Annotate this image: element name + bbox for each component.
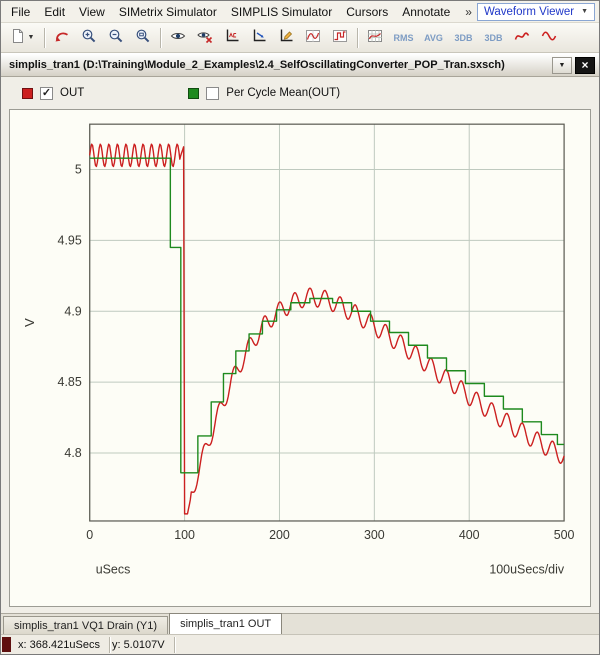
new-step-graph-button[interactable]	[327, 26, 353, 50]
eye-crossed-icon	[197, 28, 213, 47]
toolbar-separator	[44, 28, 45, 48]
axis-label-button[interactable]	[219, 26, 245, 50]
svg-text:4.9: 4.9	[64, 304, 81, 318]
curve-visibility-checkbox[interactable]	[40, 87, 53, 100]
3db-measure-button-2[interactable]: 3DB	[479, 26, 508, 50]
add-curve-button[interactable]	[362, 26, 388, 50]
menu-simetrix-simulator[interactable]: SIMetrix Simulator	[112, 3, 224, 21]
legend-label: OUT	[60, 87, 84, 99]
menu-bar: File Edit View SIMetrix Simulator SIMPLI…	[1, 1, 599, 23]
waveform-plot[interactable]: 0 100 200 300 400 500 5 4.95 4.9 4.85 4.8 VuSecs 100…	[10, 110, 590, 606]
svg-text:100uSecs/div: 100uSecs/div	[489, 563, 564, 577]
window-menu-button[interactable]: ▼	[552, 57, 572, 74]
menu-simplis-simulator[interactable]: SIMPLIS Simulator	[224, 3, 339, 21]
svg-text:5: 5	[75, 162, 82, 176]
toolbar-separator	[357, 28, 358, 48]
plot-window-title: simplis_tran1 (D:\Training\Module_2_Exam…	[9, 59, 549, 71]
viewer-mode-combobox[interactable]: Waveform Viewer ▼	[477, 3, 595, 21]
red-step-graph-icon	[332, 28, 348, 47]
menu-cursors[interactable]: Cursors	[339, 3, 395, 21]
svg-text:100: 100	[174, 528, 195, 542]
menu-overflow-chevron[interactable]: »	[460, 3, 477, 21]
svg-text:200: 200	[269, 528, 290, 542]
axis-abc-icon	[224, 28, 240, 47]
hide-curve-button[interactable]	[192, 26, 218, 50]
status-bar: x: 368.421uSecs y: 5.0107V	[1, 634, 599, 654]
axis-pencil-icon	[278, 28, 294, 47]
3db-measure-button-1[interactable]: 3DB	[449, 26, 478, 50]
svg-text:4.95: 4.95	[58, 233, 82, 247]
svg-text:400: 400	[459, 528, 480, 542]
tab-out[interactable]: simplis_tran1 OUT	[169, 613, 282, 634]
add-axis-button[interactable]	[246, 26, 272, 50]
legend-item-out: OUT	[22, 87, 84, 100]
chevron-down-icon: ▼	[28, 34, 35, 41]
rms-measure-button[interactable]: RMS	[389, 26, 418, 50]
show-curve-button[interactable]	[165, 26, 191, 50]
toolbar: ▼ RMS AVG 3DB 3DB	[1, 23, 599, 53]
svg-text:500: 500	[554, 528, 575, 542]
curve-legend: OUT Per Cycle Mean(OUT)	[1, 77, 599, 109]
svg-text:4.8: 4.8	[64, 446, 81, 460]
red-wave-icon	[541, 28, 557, 47]
menu-file[interactable]: File	[4, 3, 37, 21]
curve-tool-button-2[interactable]	[536, 26, 562, 50]
new-graph-button[interactable]: ▼	[4, 26, 40, 50]
curve-color-swatch[interactable]	[188, 88, 199, 99]
curve-visibility-checkbox[interactable]	[206, 87, 219, 100]
axis-arrow-icon	[251, 28, 267, 47]
plot-area-wrapper: 0 100 200 300 400 500 5 4.95 4.9 4.85 4.8 VuSecs 100…	[1, 109, 599, 613]
undo-arrow-icon	[54, 28, 70, 47]
chevron-down-icon: ▼	[581, 8, 588, 15]
status-corner-box	[2, 637, 11, 652]
app-window: File Edit View SIMetrix Simulator SIMPLI…	[0, 0, 600, 655]
grid-curve-icon	[367, 28, 383, 47]
red-curve-graph-icon	[305, 28, 321, 47]
toolbar-separator	[160, 28, 161, 48]
new-grid-button[interactable]	[300, 26, 326, 50]
graph-tab-bar: simplis_tran1 VQ1 Drain (Y1) simplis_tra…	[1, 613, 599, 634]
curve-tool-button-1[interactable]	[509, 26, 535, 50]
legend-label: Per Cycle Mean(OUT)	[226, 87, 340, 99]
eye-icon	[170, 28, 186, 47]
curve-color-swatch[interactable]	[22, 88, 33, 99]
zoom-out-button[interactable]	[103, 26, 129, 50]
cursor-y-readout: y: 5.0107V	[110, 637, 175, 653]
new-document-icon	[10, 28, 26, 47]
zoom-in-icon	[81, 28, 97, 47]
undo-zoom-button[interactable]	[49, 26, 75, 50]
close-button[interactable]: ×	[575, 57, 595, 74]
legend-item-per-cycle-mean: Per Cycle Mean(OUT)	[188, 87, 340, 100]
plot-panel: 0 100 200 300 400 500 5 4.95 4.9 4.85 4.8 VuSecs 100…	[9, 109, 591, 607]
close-icon: ×	[581, 59, 588, 71]
svg-text:uSecs: uSecs	[96, 563, 131, 577]
svg-text:300: 300	[364, 528, 385, 542]
triangle-down-icon: ▼	[559, 62, 566, 69]
menu-edit[interactable]: Edit	[37, 3, 72, 21]
svg-text:0: 0	[86, 528, 93, 542]
zoom-out-icon	[108, 28, 124, 47]
tab-vq1-drain[interactable]: simplis_tran1 VQ1 Drain (Y1)	[3, 616, 168, 634]
menu-annotate[interactable]: Annotate	[395, 3, 457, 21]
avg-measure-button[interactable]: AVG	[419, 26, 448, 50]
menu-view[interactable]: View	[72, 3, 112, 21]
cursor-x-readout: x: 368.421uSecs	[16, 637, 110, 653]
svg-text:V: V	[22, 318, 37, 327]
zoom-in-button[interactable]	[76, 26, 102, 50]
svg-text:4.85: 4.85	[58, 375, 82, 389]
plot-window-titlebar: simplis_tran1 (D:\Training\Module_2_Exam…	[1, 53, 599, 77]
viewer-combo-label: Waveform Viewer	[484, 6, 574, 18]
edit-axis-button[interactable]	[273, 26, 299, 50]
red-curve-icon	[514, 28, 530, 47]
zoom-area-button[interactable]	[130, 26, 156, 50]
zoom-area-icon	[135, 28, 151, 47]
